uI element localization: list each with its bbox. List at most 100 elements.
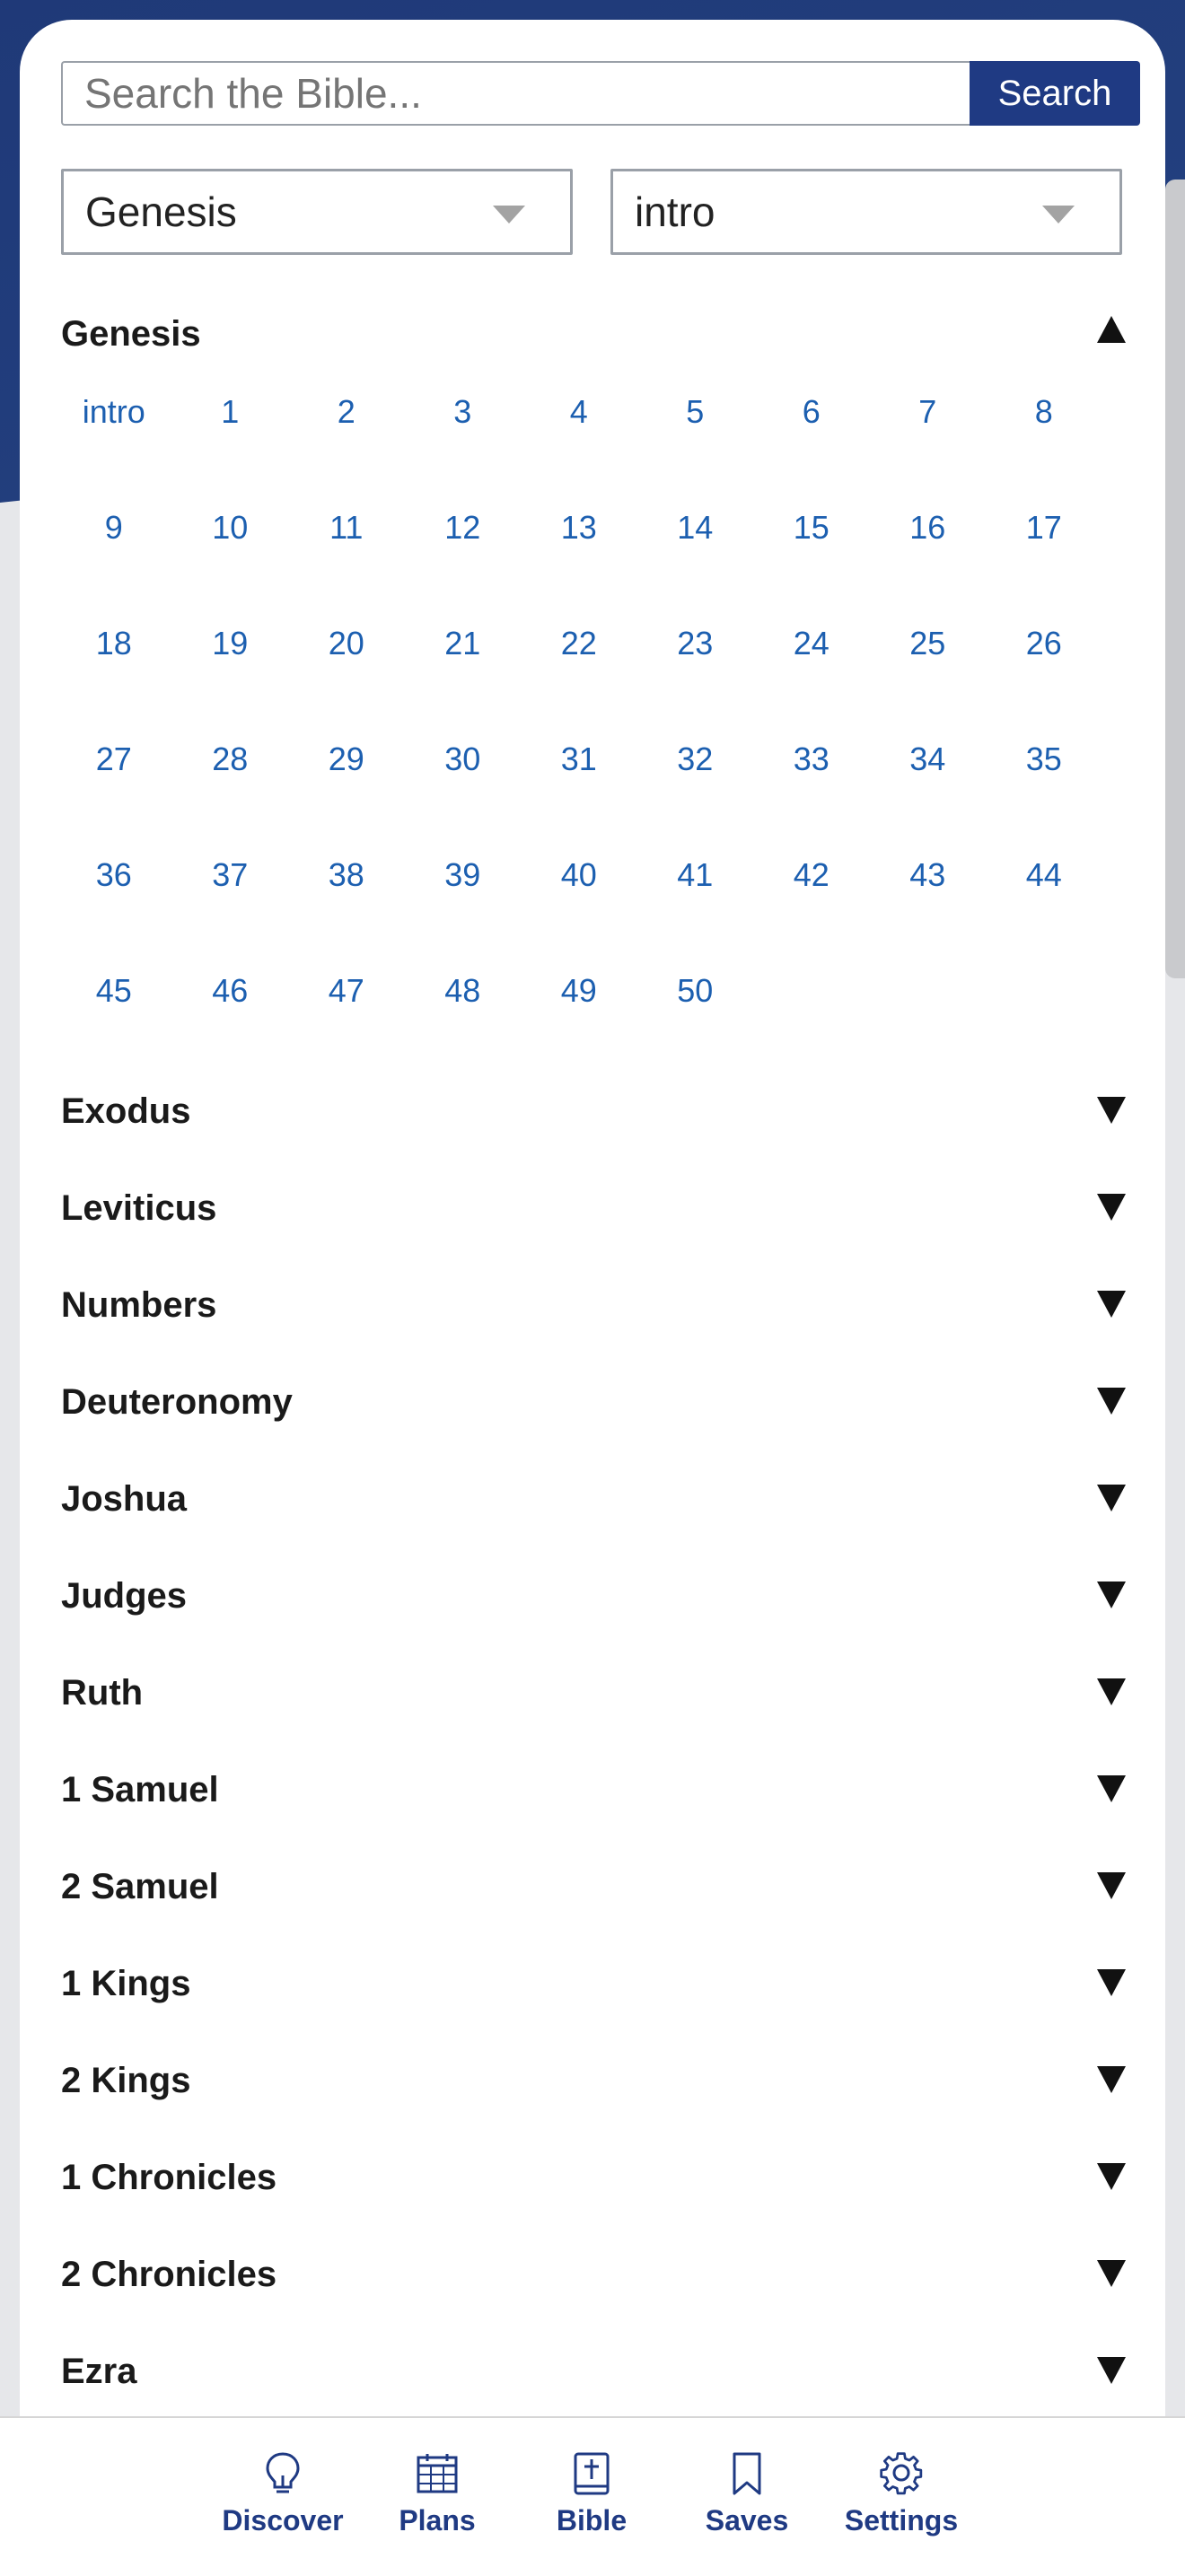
- chapter-link[interactable]: 17: [986, 498, 1102, 614]
- tab-saves[interactable]: Saves: [666, 2450, 828, 2549]
- chapter-link[interactable]: 41: [637, 846, 754, 961]
- book-name: 2 Chronicles: [61, 2255, 277, 2294]
- dropdown-arrow-icon: [493, 206, 525, 223]
- book-header[interactable]: 2 Samuel: [61, 1860, 1129, 1914]
- dropdown-arrow-icon: [1042, 206, 1075, 223]
- chapter-link[interactable]: 44: [986, 846, 1102, 961]
- scrollbar-thumb[interactable]: [1165, 180, 1185, 978]
- chapter-link[interactable]: 16: [870, 498, 987, 614]
- book-header[interactable]: Leviticus: [61, 1181, 1129, 1235]
- tab-settings[interactable]: Settings: [821, 2450, 982, 2549]
- calendar-icon: [417, 2454, 458, 2493]
- chapter-link[interactable]: 25: [870, 614, 987, 730]
- chapter-link[interactable]: 32: [637, 730, 754, 846]
- chapter-link[interactable]: 18: [56, 614, 172, 730]
- book-header[interactable]: Joshua: [61, 1472, 1129, 1526]
- chapter-link[interactable]: 19: [172, 614, 289, 730]
- chapter-link[interactable]: 26: [986, 614, 1102, 730]
- chapter-link[interactable]: 35: [986, 730, 1102, 846]
- book-name: 1 Samuel: [61, 1770, 219, 1809]
- chapter-link[interactable]: 43: [870, 846, 987, 961]
- expand-arrow-icon: [1097, 1678, 1126, 1705]
- book-header[interactable]: Judges: [61, 1569, 1129, 1623]
- chapter-select[interactable]: intro: [610, 169, 1122, 255]
- book-name: 1 Chronicles: [61, 2158, 277, 2197]
- chapter-link[interactable]: 1: [172, 382, 289, 498]
- chapter-link[interactable]: 11: [288, 498, 405, 614]
- chapter-link[interactable]: 21: [405, 614, 522, 730]
- chapter-link[interactable]: 23: [637, 614, 754, 730]
- book-header[interactable]: 1 Samuel: [61, 1763, 1129, 1817]
- chapter-link[interactable]: 46: [172, 961, 289, 1077]
- chapter-link[interactable]: 33: [753, 730, 870, 846]
- chapter-link[interactable]: 20: [288, 614, 405, 730]
- book-name: Ruth: [61, 1673, 144, 1713]
- tab-label: Discover: [222, 2504, 344, 2537]
- chapter-link[interactable]: 50: [637, 961, 754, 1077]
- chapter-link[interactable]: 45: [56, 961, 172, 1077]
- tab-label: Bible: [556, 2504, 628, 2537]
- chapter-link[interactable]: 12: [405, 498, 522, 614]
- book-header[interactable]: 1 Chronicles: [61, 2151, 1129, 2204]
- book-header[interactable]: Ezra: [61, 2344, 1129, 2398]
- book-header[interactable]: Exodus: [61, 1084, 1129, 1138]
- chapter-link[interactable]: 42: [753, 846, 870, 961]
- chapter-link[interactable]: 38: [288, 846, 405, 961]
- tab-label: Saves: [705, 2504, 789, 2537]
- book-header[interactable]: Numbers: [61, 1278, 1129, 1332]
- chapter-link[interactable]: 7: [870, 382, 987, 498]
- expand-arrow-icon: [1097, 1485, 1126, 1511]
- chapter-link[interactable]: 9: [56, 498, 172, 614]
- bible-navigator-card: Search Genesis intro Genesis intro123456…: [20, 20, 1165, 2425]
- tab-bible[interactable]: Bible: [511, 2450, 672, 2549]
- tab-label: Plans: [399, 2504, 476, 2537]
- chapter-link[interactable]: intro: [56, 382, 172, 498]
- book-header[interactable]: 2 Chronicles: [61, 2247, 1129, 2301]
- expand-arrow-icon: [1097, 1969, 1126, 1996]
- chapter-link[interactable]: 37: [172, 846, 289, 961]
- chapter-link[interactable]: 6: [753, 382, 870, 498]
- chapter-link[interactable]: 48: [405, 961, 522, 1077]
- book-name: 1 Kings: [61, 1964, 191, 2003]
- book-header[interactable]: Deuteronomy: [61, 1375, 1129, 1429]
- chapter-link[interactable]: 47: [288, 961, 405, 1077]
- book-name: Exodus: [61, 1091, 191, 1131]
- chapter-link[interactable]: 2: [288, 382, 405, 498]
- chapter-link[interactable]: 36: [56, 846, 172, 961]
- book-header-genesis[interactable]: Genesis: [61, 307, 1129, 361]
- book-name: Deuteronomy: [61, 1382, 293, 1422]
- chapter-link[interactable]: 10: [172, 498, 289, 614]
- chapter-link[interactable]: 15: [753, 498, 870, 614]
- chapter-link[interactable]: 27: [56, 730, 172, 846]
- expand-arrow-icon: [1097, 1194, 1126, 1221]
- chapter-link[interactable]: 34: [870, 730, 987, 846]
- chapter-link[interactable]: 3: [405, 382, 522, 498]
- search-bar: Search: [61, 61, 1140, 126]
- chapter-link[interactable]: 24: [753, 614, 870, 730]
- chapter-link[interactable]: 14: [637, 498, 754, 614]
- chapter-link[interactable]: 5: [637, 382, 754, 498]
- book-header[interactable]: Ruth: [61, 1666, 1129, 1720]
- expand-arrow-icon: [1097, 1872, 1126, 1899]
- chapter-link[interactable]: 4: [521, 382, 637, 498]
- book-select[interactable]: Genesis: [61, 169, 573, 255]
- book-header[interactable]: 1 Kings: [61, 1957, 1129, 2011]
- book-header[interactable]: 2 Kings: [61, 2054, 1129, 2107]
- chapter-link[interactable]: 13: [521, 498, 637, 614]
- tab-plans[interactable]: Plans: [356, 2450, 518, 2549]
- chapter-link[interactable]: 49: [521, 961, 637, 1077]
- chapter-link[interactable]: 8: [986, 382, 1102, 498]
- expand-arrow-icon: [1097, 2163, 1126, 2190]
- chapter-link[interactable]: 40: [521, 846, 637, 961]
- chapter-link[interactable]: 30: [405, 730, 522, 846]
- search-input[interactable]: [61, 61, 970, 126]
- tab-discover[interactable]: Discover: [202, 2450, 364, 2549]
- search-button[interactable]: Search: [970, 61, 1140, 126]
- chapter-link[interactable]: 29: [288, 730, 405, 846]
- chapter-link[interactable]: 28: [172, 730, 289, 846]
- book-name: 2 Samuel: [61, 1867, 219, 1906]
- chapter-link[interactable]: 22: [521, 614, 637, 730]
- chapter-link[interactable]: 39: [405, 846, 522, 961]
- expand-arrow-icon: [1097, 1388, 1126, 1415]
- chapter-link[interactable]: 31: [521, 730, 637, 846]
